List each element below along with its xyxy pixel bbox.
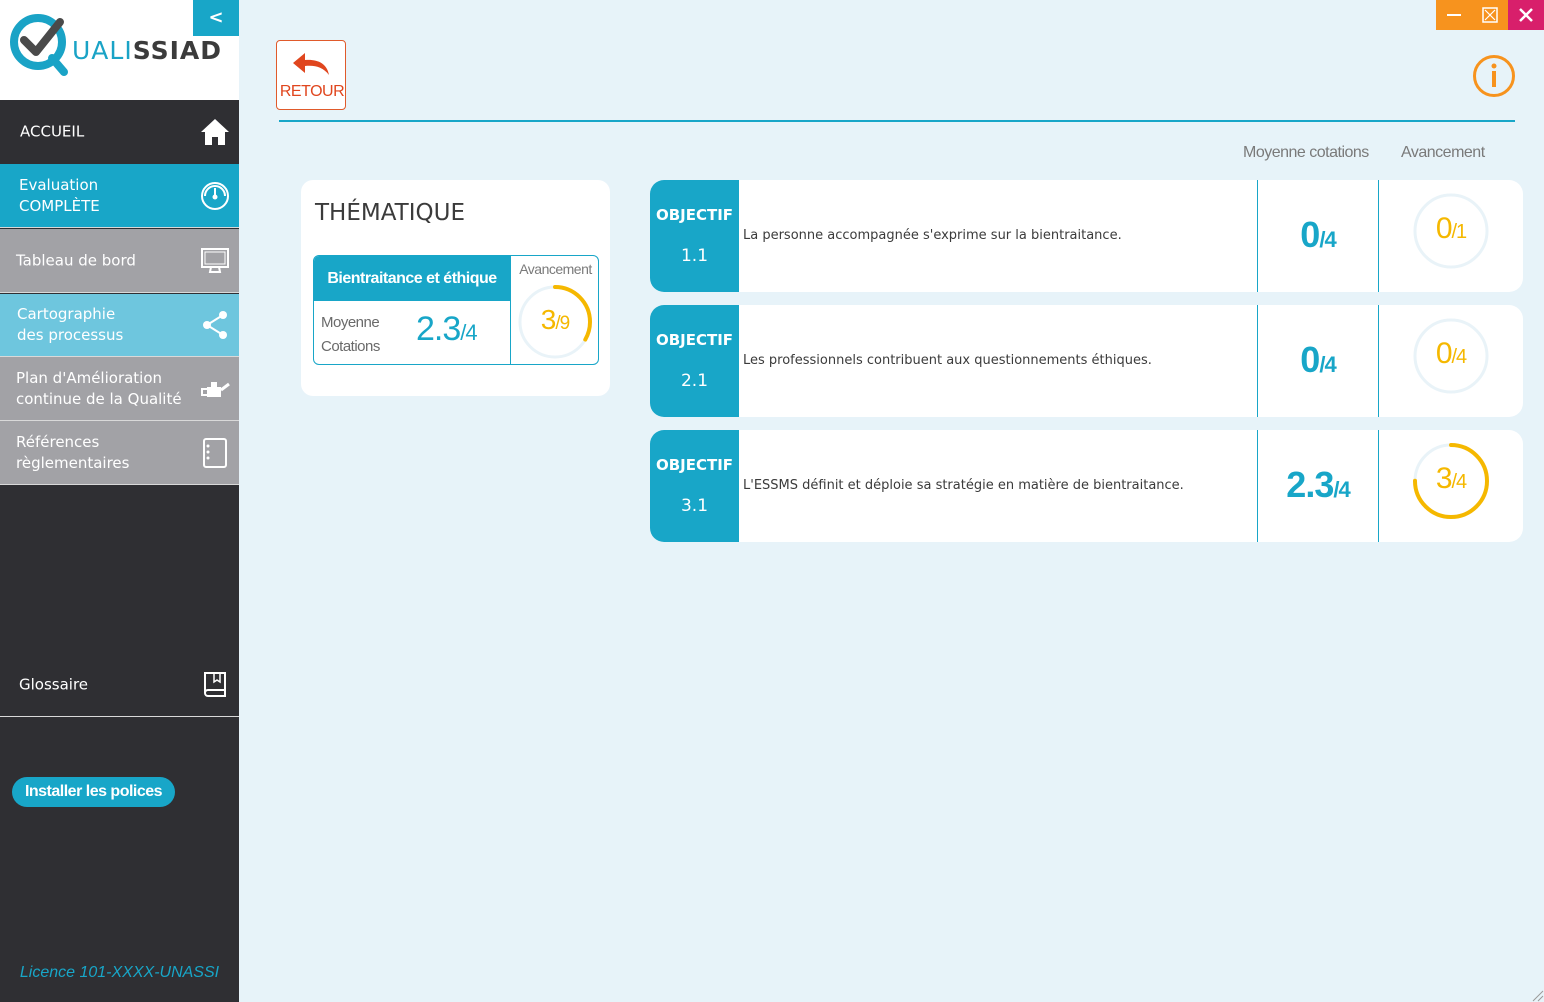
sidebar: UALISSIAD < ACCUEIL Evaluation COMPLÈTE T… [0, 0, 239, 1002]
install-fonts-button[interactable]: Installer les polices [12, 777, 175, 807]
maximize-button[interactable] [1472, 0, 1508, 30]
sidebar-item-label: Glossaire [19, 675, 89, 694]
resize-grip-icon[interactable] [1530, 988, 1544, 1002]
thematique-avancement-value: 3/9 [540, 304, 570, 335]
home-icon [201, 118, 229, 145]
objectif-progress-ring: 0/1 [1412, 192, 1490, 270]
thematique-avancement-label: Avancement [519, 261, 592, 277]
objectif-row[interactable]: OBJECTIF 1.1 La personne accompagnée s'e… [650, 180, 1523, 292]
sidebar-item-label: Cartographie des processus [17, 305, 124, 344]
back-button-label: RETOUR [279, 83, 345, 100]
column-divider [1378, 430, 1379, 542]
objectif-row[interactable]: OBJECTIF 2.1 Les professionnels contribu… [650, 305, 1523, 417]
sidebar-item-label: Evaluation COMPLÈTE [19, 175, 100, 215]
minimize-icon [1447, 14, 1461, 16]
thematique-progress-ring: 3/9 [517, 284, 593, 360]
thematique-moyenne-label: Moyenne Cotations [321, 314, 380, 355]
sidebar-item-references[interactable]: Références règlementaires [0, 421, 239, 484]
sidebar-item-tableau[interactable]: Tableau de bord [0, 229, 239, 292]
logo-text: UALISSIAD [72, 36, 222, 65]
objectif-description: La personne accompagnée s'exprime sur la… [743, 228, 1122, 243]
sidebar-item-label: Références règlementaires [16, 432, 130, 472]
thematique-name: Bientraitance et éthique [314, 256, 510, 301]
watering-can-icon [201, 381, 230, 397]
minimize-button[interactable] [1436, 0, 1472, 30]
back-arrow-icon [293, 53, 329, 75]
nav-divider [0, 292, 239, 293]
objectif-avancement-value: 0/4 [1435, 337, 1467, 370]
column-divider [1378, 180, 1379, 292]
objectif-description: Les professionnels contribuent aux quest… [743, 353, 1152, 368]
sidebar-item-label: Plan d'Amélioration continue de la Qualit… [16, 368, 182, 408]
header-divider [279, 120, 1515, 122]
column-header-avancement: Avancement [1401, 144, 1485, 161]
objectif-description: L'ESSMS définit et déploie sa stratégie … [743, 478, 1184, 493]
sidebar-item-label: Tableau de bord [16, 251, 136, 269]
thematique-summary: Bientraitance et éthique Moyenne Cotation… [313, 255, 599, 365]
thematique-card: THÉMATIQUE Bientraitance et éthique Moye… [301, 180, 610, 396]
notebook-icon [203, 437, 227, 468]
objectif-moyenne: 2.3/4 [1286, 464, 1350, 505]
sidebar-item-label: ACCUEIL [20, 122, 85, 140]
logo-check-icon [10, 14, 68, 76]
sidebar-item-evaluation[interactable]: Evaluation COMPLÈTE [0, 164, 239, 227]
collapse-sidebar-button[interactable]: < [193, 0, 239, 36]
monitor-icon [201, 247, 229, 273]
objectif-progress-ring: 0/4 [1412, 317, 1490, 395]
nav-divider [0, 227, 239, 228]
logo: UALISSIAD < [0, 0, 239, 100]
sidebar-item-plan[interactable]: Plan d'Amélioration continue de la Qualit… [0, 357, 239, 420]
close-button[interactable] [1508, 0, 1544, 30]
objectif-tag: OBJECTIF 1.1 [650, 180, 739, 292]
objectif-avancement-value: 3/4 [1435, 462, 1467, 495]
sidebar-item-cartographie[interactable]: Cartographie des processus [0, 294, 239, 356]
gauge-icon [201, 181, 229, 210]
thematique-moyenne-value: 2.3/4 [416, 310, 478, 348]
back-button[interactable]: RETOUR [276, 40, 346, 110]
objectif-avancement-value: 0/1 [1435, 212, 1467, 245]
column-divider [1378, 305, 1379, 417]
sidebar-item-glossaire[interactable]: Glossaire [0, 654, 239, 716]
nav-divider [0, 484, 239, 485]
objectif-progress-ring: 3/4 [1412, 442, 1490, 520]
nav-divider [0, 716, 239, 717]
sidebar-item-accueil[interactable]: ACCUEIL [0, 100, 239, 163]
objectif-tag: OBJECTIF 3.1 [650, 430, 739, 542]
objectif-moyenne: 0/4 [1300, 339, 1336, 380]
objectif-moyenne: 0/4 [1300, 214, 1336, 255]
objectif-tag: OBJECTIF 2.1 [650, 305, 739, 417]
thematique-title: THÉMATIQUE [315, 200, 465, 226]
licence-text: Licence 101-XXXX-UNASSI [19, 964, 220, 981]
share-icon [203, 311, 227, 339]
book-icon [204, 672, 226, 697]
column-header-moyenne: Moyenne cotations [1243, 144, 1369, 161]
objectif-row[interactable]: OBJECTIF 3.1 L'ESSMS définit et déploie … [650, 430, 1523, 542]
info-icon[interactable] [1472, 54, 1516, 98]
close-icon [1519, 8, 1533, 22]
maximize-icon [1482, 7, 1498, 23]
